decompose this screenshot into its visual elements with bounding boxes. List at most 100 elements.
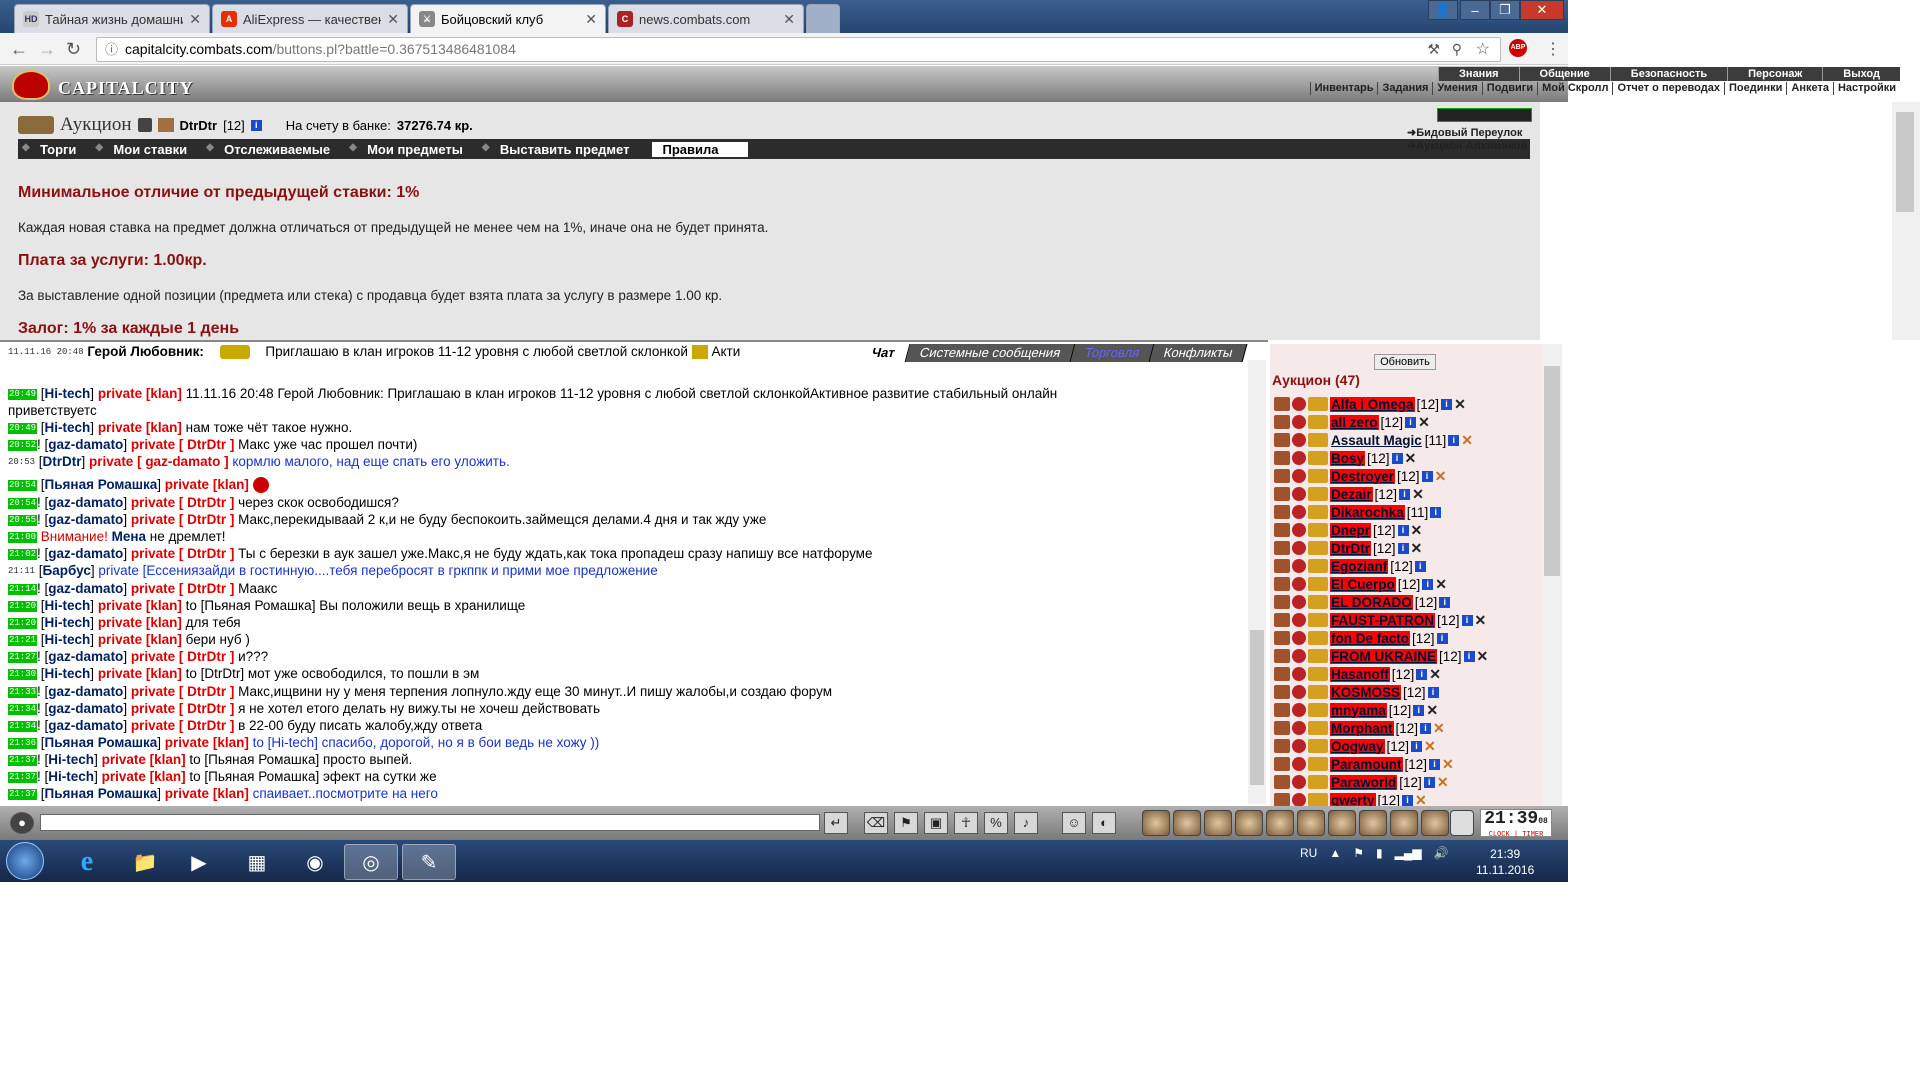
link-alchemist-auction[interactable]: ➜Аукцион Алхимиков	[1407, 139, 1532, 152]
tab-rules[interactable]: Правила	[652, 141, 749, 157]
menu-communication[interactable]: Общение	[1518, 67, 1610, 81]
info-icon[interactable]: i	[1414, 560, 1426, 572]
menu-settings[interactable]: Настройки	[1832, 82, 1900, 95]
battle-icon[interactable]	[1274, 757, 1290, 771]
chat-nick[interactable]: DtrDtr	[43, 454, 82, 469]
star-icon[interactable]: ☆	[1476, 38, 1490, 61]
battle-icon[interactable]	[1274, 775, 1290, 789]
info-icon[interactable]: i	[1448, 434, 1460, 446]
battle-icon[interactable]	[1274, 613, 1290, 627]
quick-action-icon[interactable]	[1390, 810, 1418, 836]
info-icon[interactable]: i	[1429, 758, 1441, 770]
chat-nick[interactable]: Hi-tech	[45, 615, 91, 630]
chat-nick[interactable]: gaz-damato	[48, 546, 123, 561]
chat-tab-system[interactable]: Системные сообщения	[905, 344, 1076, 362]
menu-quests[interactable]: Задания	[1377, 82, 1432, 95]
quick-action-icon[interactable]	[1328, 810, 1356, 836]
battle-icon[interactable]	[1274, 415, 1290, 429]
info-icon[interactable]: i	[1422, 578, 1434, 590]
tab-list-item[interactable]: Выставить предмет	[478, 142, 645, 157]
browser-tab[interactable]: C news.combats.com ✕	[608, 4, 804, 33]
battle-icon[interactable]	[1274, 793, 1290, 806]
translit-icon[interactable]: %	[984, 812, 1008, 834]
sound-icon[interactable]: ♪	[1014, 812, 1038, 834]
menu-knowledge[interactable]: Знания	[1438, 67, 1518, 81]
player-name[interactable]: Paramount	[1330, 756, 1403, 772]
taskbar-clock[interactable]: 21:39 11.11.2016	[1476, 846, 1534, 878]
info-icon[interactable]: i	[1391, 452, 1403, 464]
chat-private-tag[interactable]: private [klan]	[165, 477, 249, 492]
quick-action-icon[interactable]	[1297, 810, 1325, 836]
chat-private-tag[interactable]: private [ DtrDtr ]	[131, 512, 235, 527]
battle-icon[interactable]	[1274, 433, 1290, 447]
scroll-thumb[interactable]	[1544, 366, 1560, 576]
close-window-icon[interactable]: ✕	[1520, 0, 1564, 20]
chat-nick[interactable]: Мена	[112, 529, 146, 544]
exit-icon[interactable]	[1450, 810, 1474, 836]
player-name[interactable]: KOSMOSS	[1330, 684, 1402, 700]
battle-icon[interactable]	[1274, 487, 1290, 501]
chat-private-tag[interactable]: private [ DtrDtr ]	[131, 701, 235, 716]
chat-private-tag[interactable]: private [klan]	[98, 420, 182, 435]
chrome-icon[interactable]: ◎	[344, 844, 398, 880]
info-icon[interactable]: i	[1397, 542, 1409, 554]
flag-icon[interactable]: ⚑	[1353, 846, 1364, 860]
info-icon[interactable]: i	[1411, 740, 1423, 752]
chat-private-tag[interactable]: private [klan]	[98, 598, 182, 613]
info-icon[interactable]: i	[1421, 470, 1433, 482]
content-scrollbar[interactable]	[1892, 102, 1920, 340]
battle-icon[interactable]	[1274, 451, 1290, 465]
quick-action-icon[interactable]	[1204, 810, 1232, 836]
battle-icon[interactable]	[1274, 505, 1290, 519]
chat-nick[interactable]: gaz-damato	[48, 649, 123, 664]
browser-tab[interactable]: HD Тайная жизнь домашни ✕	[14, 4, 210, 33]
chat-tab-chat[interactable]: Чат	[857, 344, 911, 362]
send-icon[interactable]: ↵	[824, 812, 848, 834]
speaker-app-icon[interactable]: ◉	[288, 844, 342, 880]
player-name[interactable]: Bosy	[1330, 450, 1366, 466]
ie-icon[interactable]: e	[60, 844, 114, 880]
chat-nick[interactable]: Пьяная Ромашка	[45, 735, 158, 750]
player-name[interactable]: Dnepr	[1330, 522, 1372, 538]
start-button[interactable]	[6, 842, 44, 880]
app-tray-icon[interactable]: ▮	[1376, 846, 1383, 860]
chat-nick[interactable]: Hi-tech	[45, 386, 91, 401]
info-icon[interactable]: i	[1405, 416, 1417, 428]
info-icon[interactable]: i	[1397, 524, 1409, 536]
menu-character[interactable]: Персонаж	[1727, 67, 1822, 81]
player-name[interactable]: Paraworld	[1330, 774, 1398, 790]
player-name[interactable]: Hasanoff	[1330, 666, 1390, 682]
chat-private-tag[interactable]: private [klan]	[98, 386, 182, 401]
chat-nick[interactable]: gaz-damato	[48, 437, 123, 452]
chat-nick[interactable]: Hi-tech	[45, 666, 91, 681]
chat-nick[interactable]: Hi-tech	[45, 420, 91, 435]
network-icon[interactable]: ▂▄▆	[1395, 846, 1422, 860]
info-icon[interactable]: i	[1427, 686, 1439, 698]
quick-action-icon[interactable]	[1421, 810, 1449, 836]
chat-nick[interactable]: gaz-damato	[48, 581, 123, 596]
chat-private-tag[interactable]: private [ DtrDtr ]	[131, 495, 235, 510]
player-name[interactable]: FAUST-PATRON	[1330, 612, 1435, 628]
chat-private-tag[interactable]: private [ DtrDtr ]	[131, 437, 235, 452]
filter-icon[interactable]: ⚑	[894, 812, 918, 834]
player-name[interactable]: DtrDtr	[1330, 540, 1371, 556]
chat-private-tag[interactable]: private [klan]	[98, 666, 182, 681]
chat-nick[interactable]: Hi-tech	[48, 752, 94, 767]
quick-action-icon[interactable]	[1142, 810, 1170, 836]
scroll-thumb[interactable]	[1896, 112, 1914, 212]
link-bid-lane[interactable]: ➜Бидовый Переулок	[1407, 126, 1532, 139]
forward-arrow-icon[interactable]: →	[38, 39, 56, 60]
battle-icon[interactable]	[1274, 667, 1290, 681]
chat-private-tag[interactable]: private [klan]	[165, 786, 249, 801]
adblock-icon[interactable]: ABP	[1509, 39, 1527, 57]
folder-icon[interactable]: 📁	[118, 844, 172, 880]
chat-private-tag[interactable]: private [ DtrDtr ]	[131, 718, 235, 733]
battle-icon[interactable]	[1274, 577, 1290, 591]
reload-icon[interactable]: ↻	[66, 39, 81, 60]
chat-private-tag[interactable]: private [ DtrDtr ]	[131, 581, 235, 596]
save-log-icon[interactable]: ▣	[924, 812, 948, 834]
info-icon[interactable]: i	[1441, 398, 1453, 410]
tab-my-items[interactable]: Мои предметы	[345, 142, 478, 157]
chat-nick[interactable]: gaz-damato	[48, 684, 123, 699]
paint-icon[interactable]: ✎	[402, 844, 456, 880]
